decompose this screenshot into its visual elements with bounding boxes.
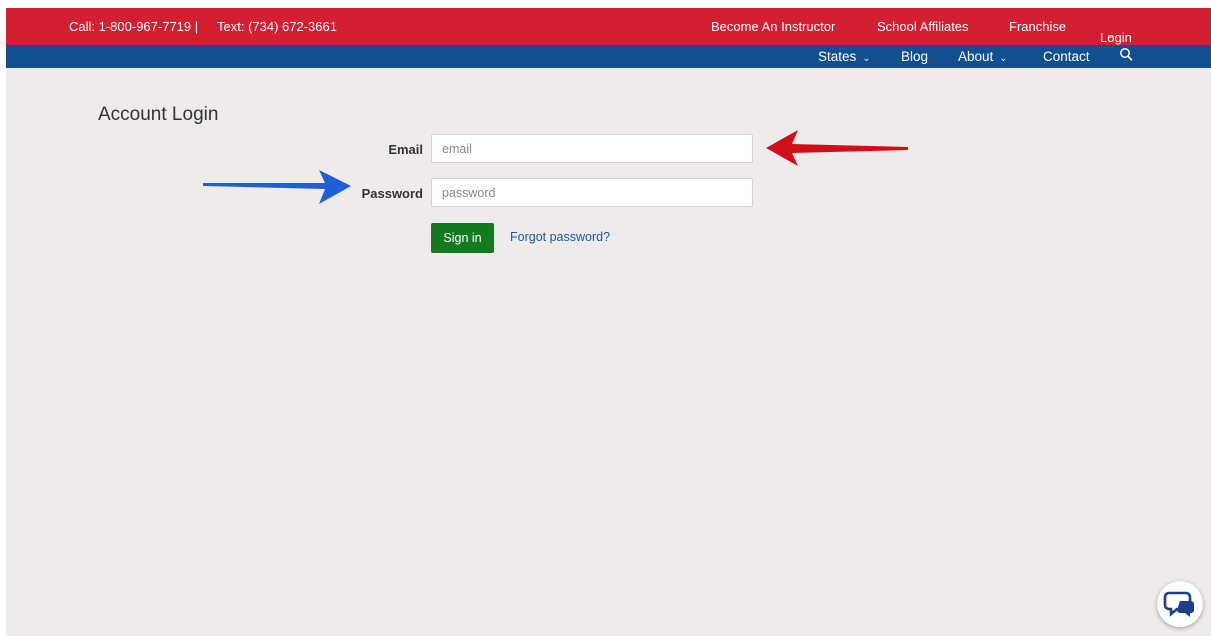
top-contact-bar: Call: 1-800-967-7719 | Text: (734) 672-3… (6, 8, 1211, 45)
blue-arrow-annotation (203, 170, 351, 204)
chevron-down-icon: ⌄ (999, 53, 1008, 64)
nav-contact[interactable]: Contact (1043, 49, 1090, 64)
page-frame: Call: 1-800-967-7719 | Text: (734) 672-3… (6, 8, 1211, 636)
nav-blog[interactable]: Blog (901, 49, 928, 64)
sign-in-button[interactable]: Sign in (431, 223, 494, 253)
call-number[interactable]: Call: 1-800-967-7719 | (69, 19, 198, 34)
page-title: Account Login (98, 104, 219, 125)
chevron-down-icon: ⌄ (1106, 30, 1115, 41)
chevron-down-icon: ⌄ (862, 53, 871, 64)
nav-about-label: About (958, 49, 994, 64)
nav-states-label: States (818, 49, 857, 64)
search-icon[interactable] (1119, 47, 1133, 66)
email-label: Email (388, 142, 423, 157)
login-label: Login (1100, 30, 1132, 45)
main-nav: States ⌄ Blog About ⌄ Contact (6, 45, 1211, 68)
become-instructor-link[interactable]: Become An Instructor (711, 19, 835, 34)
school-affiliates-link[interactable]: School Affiliates (877, 19, 969, 34)
franchise-link[interactable]: Franchise (1009, 19, 1066, 34)
email-field[interactable] (431, 134, 753, 163)
red-arrow-annotation (766, 130, 908, 166)
chat-button[interactable] (1157, 581, 1203, 627)
chat-icon (1163, 591, 1194, 617)
text-number[interactable]: Text: (734) 672-3661 (217, 19, 337, 34)
forgot-password-link[interactable]: Forgot password? (510, 230, 610, 244)
password-field[interactable] (431, 178, 753, 207)
nav-states[interactable]: States ⌄ (818, 49, 871, 64)
nav-about[interactable]: About ⌄ (958, 49, 1008, 64)
